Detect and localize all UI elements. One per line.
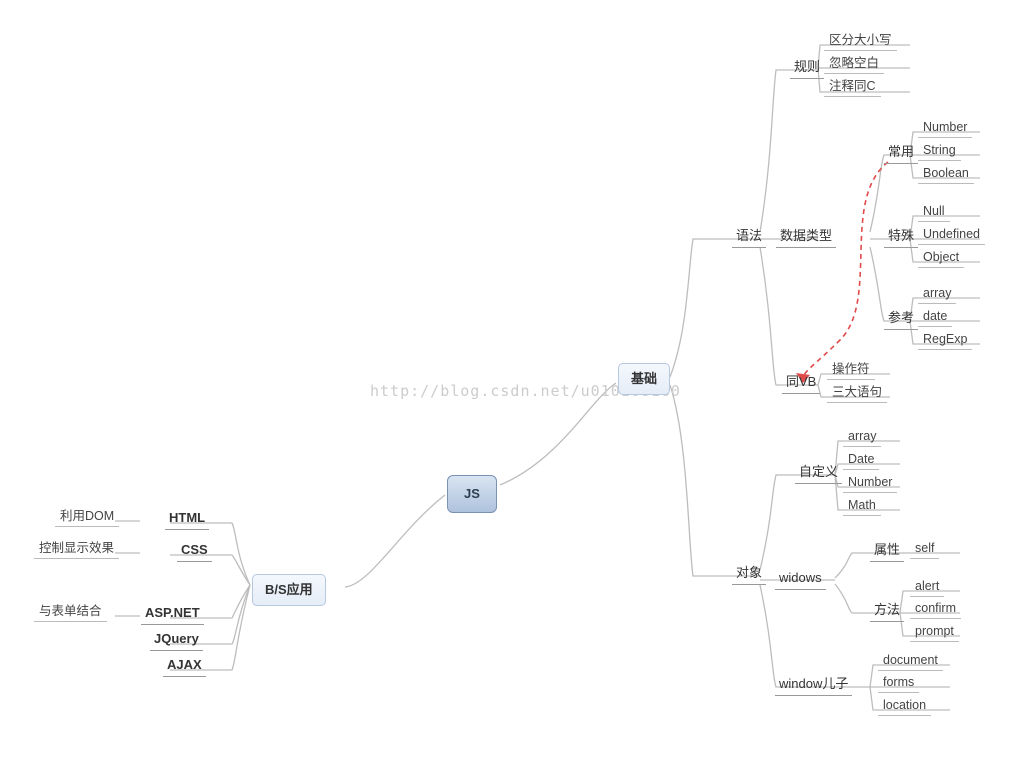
- leaf-operator: 操作符: [827, 360, 875, 380]
- leaf-location: location: [878, 696, 931, 716]
- node-bs-app[interactable]: B/S应用: [252, 574, 326, 606]
- leaf-undefined: Undefined: [918, 225, 985, 245]
- node-datatypes[interactable]: 数据类型: [776, 225, 836, 248]
- leaf-confirm: confirm: [910, 599, 961, 619]
- node-samevb[interactable]: 同VB: [782, 371, 820, 394]
- leaf-c-number: Number: [843, 473, 897, 493]
- leaf-string: String: [918, 141, 961, 161]
- leaf-c-array: array: [843, 427, 881, 447]
- leaf-alert: alert: [910, 577, 944, 597]
- leaf-date: date: [918, 307, 952, 327]
- leaf-forms: forms: [878, 673, 919, 693]
- node-widows[interactable]: widows: [775, 567, 826, 590]
- node-custom[interactable]: 自定义: [795, 461, 842, 484]
- leaf-document: document: [878, 651, 943, 671]
- node-syntax[interactable]: 语法: [732, 225, 766, 248]
- node-ajax[interactable]: AJAX: [163, 654, 206, 677]
- mindmap-canvas: http://blog.csdn.net/u010168160 JS 基础 B/…: [0, 0, 1034, 760]
- leaf-c-math: Math: [843, 496, 881, 516]
- leaf-case-sensitive: 区分大小写: [824, 31, 897, 51]
- leaf-prompt: prompt: [910, 622, 959, 642]
- node-aspnet[interactable]: ASP.NET: [141, 602, 204, 625]
- node-common[interactable]: 常用: [884, 141, 918, 164]
- node-windowson[interactable]: window儿子: [775, 673, 852, 696]
- node-attr[interactable]: 属性: [870, 539, 904, 562]
- node-objects[interactable]: 对象: [732, 562, 766, 585]
- leaf-object: Object: [918, 248, 964, 268]
- leaf-dom-note: 利用DOM: [55, 507, 119, 527]
- leaf-three-stmts: 三大语句: [827, 383, 887, 403]
- root-node-js[interactable]: JS: [447, 475, 497, 513]
- leaf-c-date: Date: [843, 450, 879, 470]
- leaf-boolean: Boolean: [918, 164, 974, 184]
- node-method[interactable]: 方法: [870, 599, 904, 622]
- leaf-self: self: [910, 539, 939, 559]
- leaf-ignore-space: 忽略空白: [824, 54, 884, 74]
- node-basics[interactable]: 基础: [618, 363, 670, 395]
- node-special[interactable]: 特殊: [884, 225, 918, 248]
- node-html[interactable]: HTML: [165, 507, 209, 530]
- node-rules[interactable]: 规则: [790, 56, 824, 79]
- leaf-display-note: 控制显示效果: [34, 539, 119, 559]
- leaf-comment-c: 注释同C: [824, 77, 881, 97]
- node-jquery[interactable]: JQuery: [150, 628, 203, 651]
- node-ref[interactable]: 参考: [884, 307, 918, 330]
- leaf-array: array: [918, 284, 956, 304]
- node-css[interactable]: CSS: [177, 539, 212, 562]
- leaf-form-note: 与表单结合: [34, 602, 107, 622]
- leaf-number: Number: [918, 118, 972, 138]
- leaf-null: Null: [918, 202, 950, 222]
- leaf-regexp: RegExp: [918, 330, 972, 350]
